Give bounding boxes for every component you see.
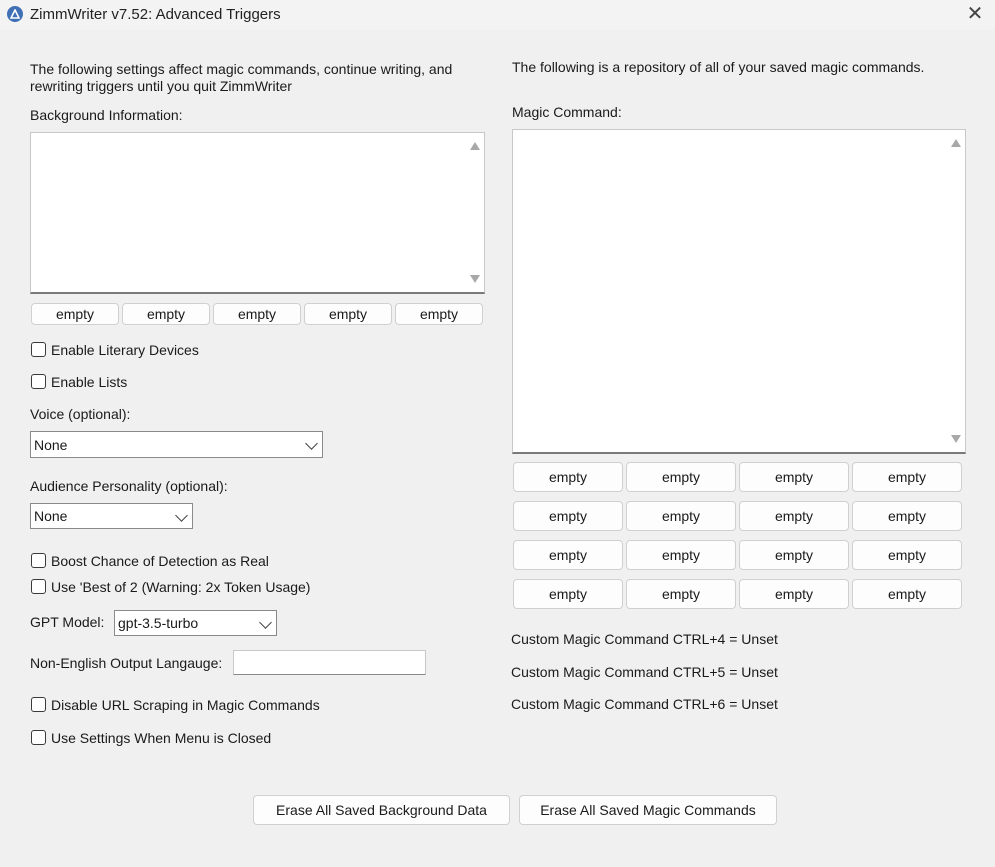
non-english-input[interactable] xyxy=(233,650,426,675)
boost-detection-label: Boost Chance of Detection as Real xyxy=(51,553,269,569)
best-of-2-checkbox[interactable] xyxy=(31,579,46,594)
gpt-model-select[interactable]: gpt-3.5-turbo xyxy=(114,610,277,636)
use-settings-closed-checkbox[interactable] xyxy=(31,730,46,745)
erase-background-data-button[interactable]: Erase All Saved Background Data xyxy=(253,795,510,825)
erase-magic-commands-button[interactable]: Erase All Saved Magic Commands xyxy=(519,795,777,825)
right-intro-text: The following is a repository of all of … xyxy=(512,59,925,75)
enable-lists-label: Enable Lists xyxy=(51,374,128,390)
non-english-label: Non-English Output Langauge: xyxy=(30,655,223,671)
scroll-up-icon[interactable] xyxy=(951,139,961,147)
background-scrollbar[interactable] xyxy=(466,133,484,292)
left-intro-text: The following settings affect magic comm… xyxy=(30,61,453,94)
window-title: ZimmWriter v7.52: Advanced Triggers xyxy=(30,6,281,23)
best-of-2-label: Use 'Best of 2 (Warning: 2x Token Usage) xyxy=(51,579,311,595)
magic-command-textarea[interactable] xyxy=(512,129,966,454)
magic-slot-button[interactable]: empty xyxy=(739,501,849,531)
boost-detection-checkbox[interactable] xyxy=(31,553,46,568)
background-info-label: Background Information: xyxy=(30,107,183,123)
magic-slot-button[interactable]: empty xyxy=(852,540,962,570)
scroll-down-icon[interactable] xyxy=(470,275,480,283)
magic-slot-button[interactable]: empty xyxy=(513,540,623,570)
background-slot-5-button[interactable]: empty xyxy=(395,303,483,325)
enable-literary-devices-checkbox[interactable] xyxy=(31,342,46,357)
magic-slot-button[interactable]: empty xyxy=(626,579,736,609)
disable-url-scraping-label: Disable URL Scraping in Magic Commands xyxy=(51,697,320,713)
scroll-up-icon[interactable] xyxy=(470,142,480,150)
app-logo-icon xyxy=(7,6,23,22)
chevron-down-icon xyxy=(305,437,318,450)
custom-command-ctrl4-text: Custom Magic Command CTRL+4 = Unset xyxy=(511,631,778,647)
magic-slot-button[interactable]: empty xyxy=(513,462,623,492)
background-info-textarea[interactable] xyxy=(30,132,485,294)
magic-slot-button[interactable]: empty xyxy=(852,501,962,531)
background-slot-3-button[interactable]: empty xyxy=(213,303,301,325)
enable-lists-checkbox[interactable] xyxy=(31,374,46,389)
close-icon[interactable]: ✕ xyxy=(963,3,987,27)
magic-slot-button[interactable]: empty xyxy=(739,462,849,492)
magic-slot-button[interactable]: empty xyxy=(513,501,623,531)
background-slot-2-button[interactable]: empty xyxy=(122,303,210,325)
background-slot-4-button[interactable]: empty xyxy=(304,303,392,325)
magic-slot-button[interactable]: empty xyxy=(852,462,962,492)
magic-slot-button[interactable]: empty xyxy=(626,462,736,492)
chevron-down-icon xyxy=(259,616,272,629)
voice-select[interactable]: None xyxy=(30,431,323,458)
audience-personality-select[interactable]: None xyxy=(30,503,193,529)
voice-select-value: None xyxy=(34,436,68,453)
audience-personality-label: Audience Personality (optional): xyxy=(30,478,228,494)
audience-select-value: None xyxy=(34,508,68,524)
magic-slot-button[interactable]: empty xyxy=(739,540,849,570)
enable-literary-devices-label: Enable Literary Devices xyxy=(51,342,199,358)
gpt-model-value: gpt-3.5-turbo xyxy=(118,615,199,631)
magic-slot-button[interactable]: empty xyxy=(626,501,736,531)
custom-command-ctrl6-text: Custom Magic Command CTRL+6 = Unset xyxy=(511,696,778,712)
scroll-down-icon[interactable] xyxy=(951,435,961,443)
magic-slot-button[interactable]: empty xyxy=(513,579,623,609)
magic-slot-button[interactable]: empty xyxy=(852,579,962,609)
title-bar: ZimmWriter v7.52: Advanced Triggers ✕ xyxy=(0,0,995,30)
chevron-down-icon xyxy=(175,509,188,522)
use-settings-closed-label: Use Settings When Menu is Closed xyxy=(51,730,272,746)
disable-url-scraping-checkbox[interactable] xyxy=(31,697,46,712)
magic-slot-button[interactable]: empty xyxy=(739,579,849,609)
magic-command-scrollbar[interactable] xyxy=(947,130,965,452)
magic-slot-button[interactable]: empty xyxy=(626,540,736,570)
voice-label: Voice (optional): xyxy=(30,406,131,422)
gpt-model-label: GPT Model: xyxy=(30,614,105,630)
background-slot-1-button[interactable]: empty xyxy=(31,303,119,325)
custom-command-ctrl5-text: Custom Magic Command CTRL+5 = Unset xyxy=(511,664,778,680)
magic-command-label: Magic Command: xyxy=(512,104,622,120)
